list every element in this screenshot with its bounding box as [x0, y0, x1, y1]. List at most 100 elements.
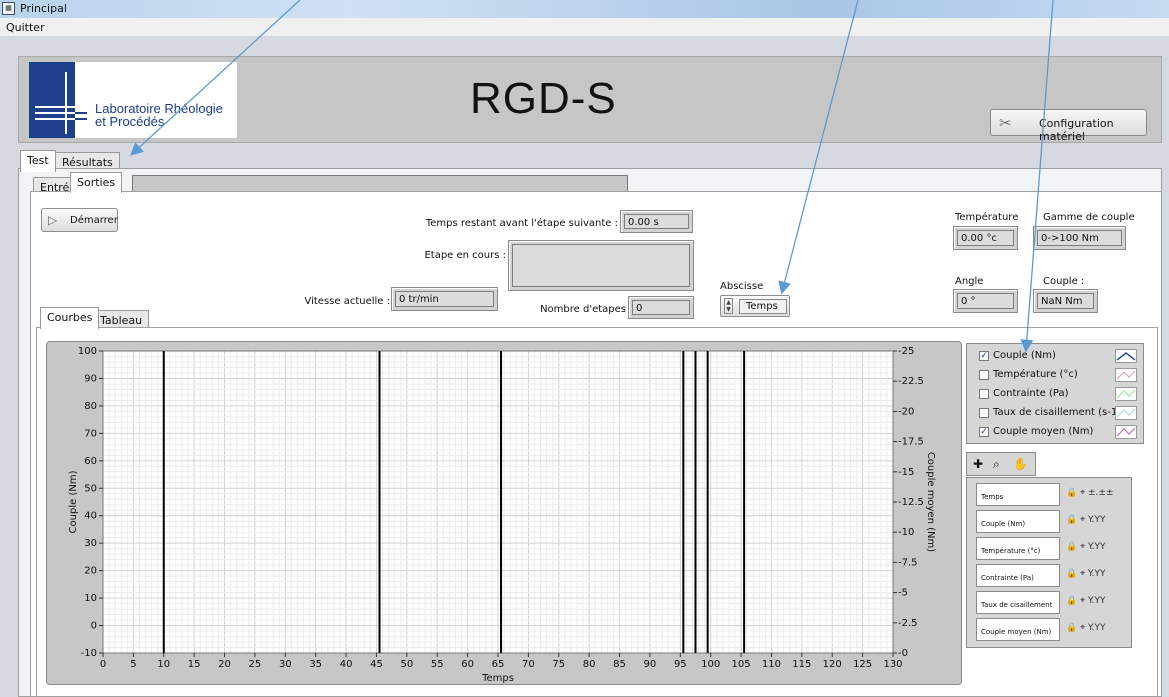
- cursor-icons[interactable]: 🔒 ⌖ Y.YY: [1066, 569, 1106, 579]
- tab-test[interactable]: Test: [20, 150, 56, 172]
- y2-tick-label: -12.5: [898, 497, 924, 508]
- start-button-label: Démarrer: [70, 215, 118, 226]
- cursor-icons[interactable]: 🔒 ⌖ Y.YY: [1066, 542, 1106, 552]
- legend-swatch: [1115, 387, 1137, 401]
- angle-value: 0 °: [957, 293, 1014, 309]
- cursor-row: Contrainte (Pa) 🔒 ⌖ Y.YY: [976, 564, 1130, 589]
- logo-stripe: [35, 118, 75, 120]
- y2-axis-label: Couple moyen (Nm): [925, 452, 936, 552]
- legend-swatch: [1115, 349, 1137, 363]
- y-tick-label: 0: [91, 621, 97, 632]
- chart[interactable]: 0 5 10 15 20 25 30 35 40 45 50 55 60 65 70 75 80 85 90 95 10…: [46, 341, 962, 685]
- cursor-name[interactable]: Couple (Nm): [976, 510, 1060, 533]
- torque-range-value: 0->100 Nm: [1037, 230, 1122, 246]
- y2-tick-label: -15: [898, 467, 914, 478]
- x-tick-label: 30: [279, 659, 292, 670]
- legend-item[interactable]: ✓ Couple moyen (Nm): [973, 423, 1141, 441]
- time-remaining-label: Temps restant avant l'étape suivante :: [425, 218, 618, 229]
- spinner-icon[interactable]: ▲ ▼: [724, 298, 733, 314]
- cursor-name[interactable]: Couple moyen (Nm): [976, 618, 1060, 641]
- torque-range-field: 0->100 Nm: [1033, 226, 1126, 250]
- config-button[interactable]: ✂ Configuration matériel: [990, 109, 1147, 143]
- cursor-name[interactable]: Contrainte (Pa): [976, 564, 1060, 587]
- legend-label: Température (°c): [993, 369, 1078, 380]
- app-title: RGD-S: [470, 74, 617, 123]
- zoom-icon[interactable]: ⌕: [993, 457, 1000, 472]
- tab-curves[interactable]: Courbes: [40, 307, 100, 329]
- x-tick-label: 5: [130, 659, 136, 670]
- legend-item[interactable]: Taux de cisaillement (s-1): [973, 404, 1141, 422]
- temperature-field: 0.00 °c: [953, 226, 1018, 250]
- x-tick-label: 10: [157, 659, 170, 670]
- config-button-label: Configuration matériel: [1039, 117, 1114, 143]
- x-tick-label: 100: [701, 659, 720, 670]
- cursor-row: Température (°c) 🔒 ⌖ Y.YY: [976, 537, 1130, 562]
- title-bar: ▦ Principal: [0, 0, 1169, 18]
- x-tick-label: 20: [218, 659, 231, 670]
- cursor-name[interactable]: Température (°c): [976, 537, 1060, 560]
- y2-tick-label: -5: [898, 588, 908, 599]
- time-remaining-field: 0.00 s: [620, 210, 693, 233]
- cursor-name[interactable]: Temps: [976, 483, 1060, 506]
- legend-checkbox[interactable]: [979, 389, 989, 399]
- legend-item[interactable]: ✓ Couple (Nm): [973, 347, 1141, 365]
- cursor-name[interactable]: Taux de cisaillement: [976, 591, 1060, 614]
- cursor-icons[interactable]: 🔒 ⌖ Y.YY: [1066, 515, 1106, 525]
- legend-swatch: [1115, 368, 1137, 382]
- y-tick-label: 80: [84, 401, 97, 412]
- abscissa-value: Temps: [739, 299, 787, 314]
- logo-stripe: [75, 112, 87, 114]
- x-tick-label: 25: [249, 659, 262, 670]
- start-button[interactable]: ▷ Démarrer: [41, 208, 118, 232]
- legend-label: Taux de cisaillement (s-1): [993, 407, 1122, 418]
- y-tick-label: 20: [84, 566, 97, 577]
- logo-line-2: et Procédés: [95, 114, 165, 129]
- x-tick-label: 130: [883, 659, 902, 670]
- x-tick-label: 95: [674, 659, 687, 670]
- legend-checkbox[interactable]: [979, 408, 989, 418]
- y-tick-label: 70: [84, 428, 97, 439]
- legend-item[interactable]: Contrainte (Pa): [973, 385, 1141, 403]
- legend-item[interactable]: Température (°c): [973, 366, 1141, 384]
- menu-quit[interactable]: Quitter: [6, 21, 45, 34]
- x-tick-label: 70: [522, 659, 535, 670]
- x-tick-label: 80: [583, 659, 596, 670]
- logo-stripe: [35, 112, 75, 114]
- pan-hand-icon[interactable]: ✋: [1013, 457, 1028, 471]
- cursor-value: Y.YY: [1088, 596, 1106, 606]
- y-tick-label: -10: [81, 648, 97, 659]
- cursor-icons[interactable]: 🔒 ⌖ Y.YY: [1066, 596, 1106, 606]
- legend-label: Contrainte (Pa): [993, 388, 1069, 399]
- x-tick-label: 40: [340, 659, 353, 670]
- torque-value: NaN Nm: [1037, 293, 1094, 309]
- play-icon: ▷: [48, 213, 58, 227]
- cursor-display: Temps 🔒 ⌖ ±.±± Couple (Nm) 🔒 ⌖ Y.YY Tempér…: [966, 477, 1132, 648]
- tab-table[interactable]: Tableau: [93, 310, 150, 327]
- cursor-value: Y.YY: [1088, 515, 1106, 525]
- cursor-icons[interactable]: 🔒 ⌖ Y.YY: [1066, 623, 1106, 633]
- x-tick-label: 65: [492, 659, 505, 670]
- legend-label: Couple moyen (Nm): [993, 426, 1094, 437]
- logo-stripe: [75, 118, 87, 120]
- torque-field: NaN Nm: [1033, 289, 1098, 313]
- legend-swatch: [1115, 425, 1137, 439]
- tab-outputs[interactable]: Sorties: [70, 172, 123, 193]
- y2-tick-label: -25: [898, 346, 914, 357]
- y2-tick-label: -17.5: [898, 437, 924, 448]
- abscissa-selector[interactable]: ▲ ▼ Temps: [720, 295, 790, 317]
- legend-checkbox[interactable]: ✓: [979, 351, 989, 361]
- wrench-icon: ✂: [999, 114, 1012, 132]
- graph-palette: ✚ ⌕ ✋: [966, 452, 1036, 476]
- legend-checkbox[interactable]: ✓: [979, 427, 989, 437]
- legend-checkbox[interactable]: [979, 370, 989, 380]
- logo-stripe: [35, 106, 75, 108]
- x-tick-label: 0: [100, 659, 106, 670]
- x-tick-label: 50: [400, 659, 413, 670]
- cursor-icons[interactable]: 🔒 ⌖ ±.±±: [1066, 488, 1113, 498]
- legend-label: Couple (Nm): [993, 350, 1056, 361]
- cursor-move-icon[interactable]: ✚: [973, 457, 983, 471]
- nsteps-field: 0: [628, 296, 694, 319]
- y2-tick-label: -7.5: [898, 557, 918, 568]
- nsteps-value: 0: [632, 300, 690, 315]
- speed-label: Vitesse actuelle :: [304, 296, 390, 307]
